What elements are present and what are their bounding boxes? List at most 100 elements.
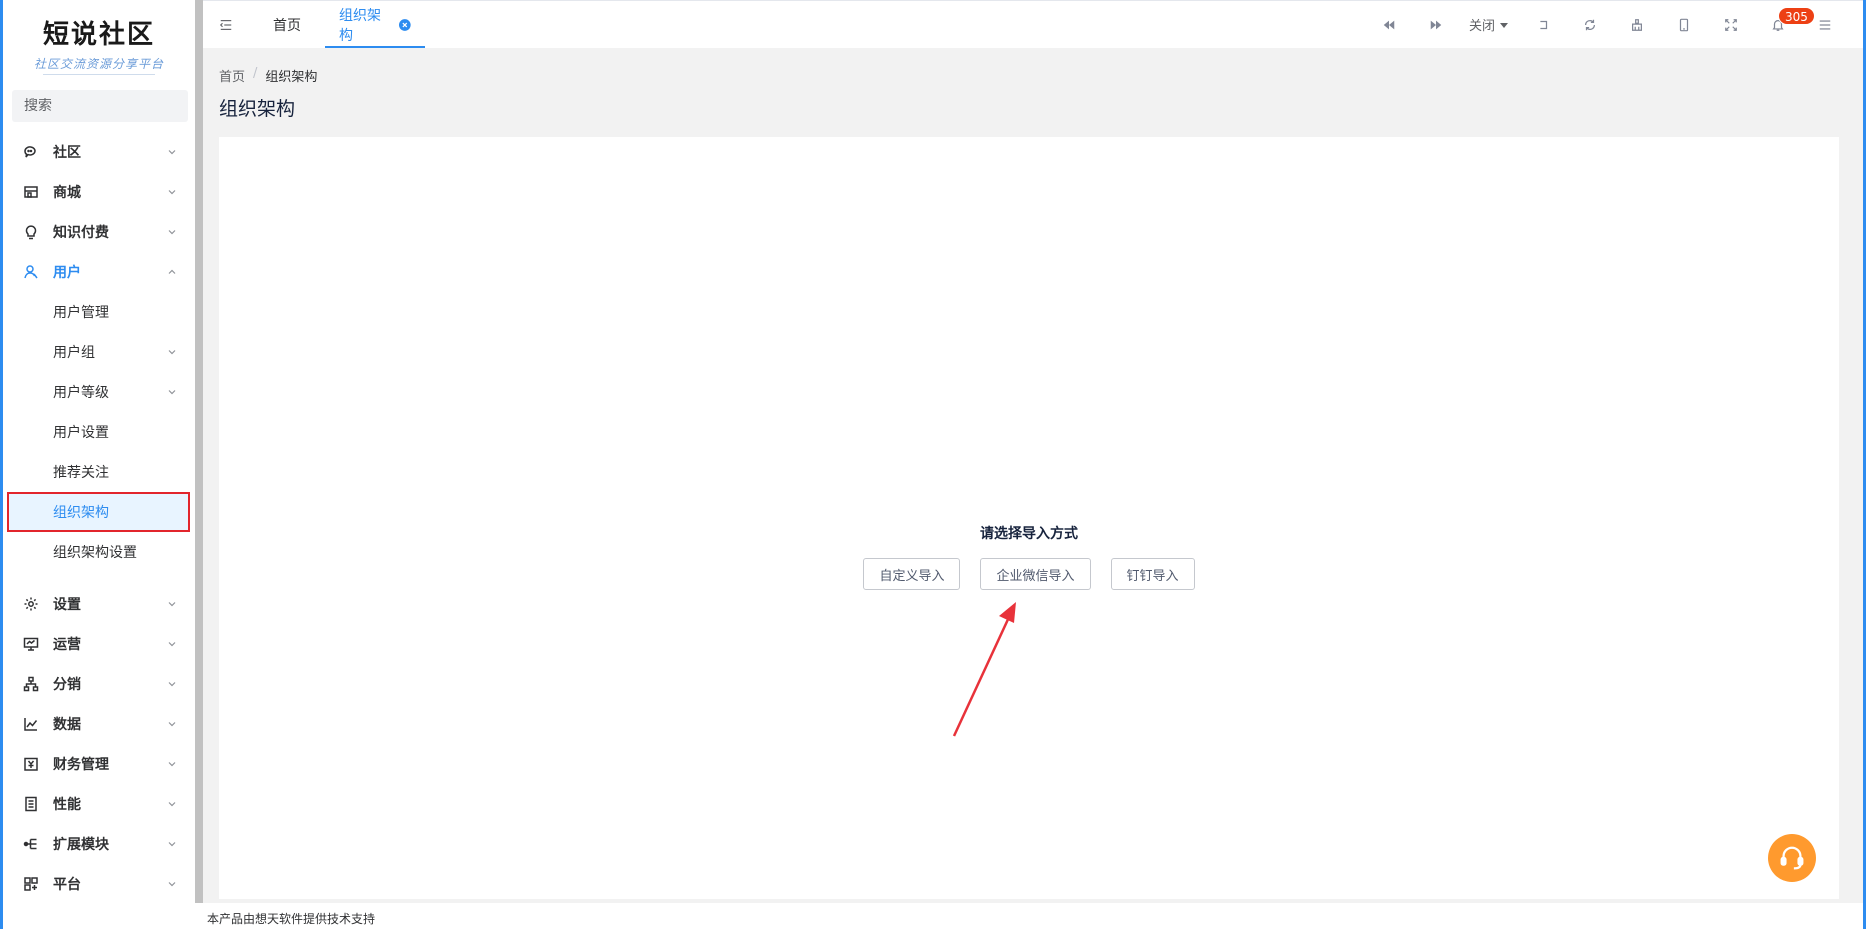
chevron-down-icon (168, 602, 176, 607)
sidebar-item-label: 分销 (53, 677, 81, 693)
chevron-down-icon (168, 190, 176, 195)
chevron-down-icon (168, 762, 176, 767)
back-button[interactable] (1519, 1, 1566, 49)
sidebar-subitem-user-group[interactable]: 用户组 (3, 332, 195, 372)
sidebar-item-label: 设置 (53, 597, 81, 613)
sidebar-item-operations[interactable]: 运营 (3, 624, 195, 664)
sidebar-item-label: 运营 (53, 637, 81, 653)
chevron-down-icon (168, 882, 176, 887)
sidebar-item-community[interactable]: 社区 (3, 132, 195, 172)
mobile-icon (1679, 18, 1688, 31)
menu-gap (3, 572, 195, 584)
sidebar-item-label: 社区 (53, 145, 81, 161)
sidebar-item-extension[interactable]: 扩展模块 (3, 824, 195, 864)
sidebar-item-label: 扩展模块 (53, 837, 109, 853)
chevron-down-icon (168, 722, 176, 727)
search-input[interactable] (24, 98, 195, 114)
notification-button[interactable]: 305 (1754, 1, 1815, 49)
tree-icon (23, 676, 39, 692)
sidebar-subitem-label: 组织架构设置 (53, 545, 137, 561)
bulb-icon (25, 225, 37, 240)
brand-logo[interactable]: 短说社区 社区交流资源分享平台 (3, 0, 195, 78)
breadcrumb-current: 组织架构 (265, 70, 318, 85)
breadcrumb-home[interactable]: 首页 (219, 66, 245, 85)
sidebar-subitem-org-structure-settings[interactable]: 组织架构设置 (3, 532, 195, 572)
sidebar-item-label: 平台 (53, 877, 81, 893)
sidebar-item-distribution[interactable]: 分销 (3, 664, 195, 704)
collapse-sidebar-button[interactable] (203, 1, 249, 48)
double-left-icon (1383, 20, 1394, 29)
sidebar: 短说社区 社区交流资源分享平台 社区 商城 知识付费 用户 (3, 0, 195, 929)
sidebar-subitem-label: 组织架构 (53, 505, 109, 521)
sidebar-item-store[interactable]: 商城 (3, 172, 195, 212)
performance-icon (25, 796, 37, 812)
sidebar-item-label: 数据 (53, 717, 81, 733)
refresh-button[interactable] (1566, 1, 1613, 49)
tab-org-structure[interactable]: 组织架构 (325, 1, 425, 48)
chevron-down-icon (168, 842, 176, 847)
sidebar-subitem-user-settings[interactable]: 用户设置 (3, 412, 195, 452)
monitor-icon (23, 637, 39, 651)
platform-icon (24, 877, 38, 891)
customer-support-button[interactable] (1768, 834, 1816, 882)
broom-icon (1631, 18, 1642, 31)
sidebar-item-label: 商城 (53, 185, 81, 201)
tab-scroll-right-button[interactable] (1412, 1, 1459, 49)
tab-home[interactable]: 首页 (249, 1, 325, 48)
store-icon (24, 186, 38, 198)
sidebar-item-data[interactable]: 数据 (3, 704, 195, 744)
return-icon (1539, 20, 1547, 29)
extension-icon (23, 838, 37, 850)
sidebar-item-performance[interactable]: 性能 (3, 784, 195, 824)
annotation-arrow (952, 602, 1016, 737)
close-circle-icon[interactable] (399, 18, 411, 31)
chart-icon (24, 718, 38, 731)
sidebar-item-user[interactable]: 用户 (3, 252, 195, 292)
chevron-up-icon (168, 269, 176, 274)
sidebar-subitem-user-level[interactable]: 用户等级 (3, 372, 195, 412)
sidebar-subitem-org-structure[interactable]: 组织架构 (7, 492, 190, 532)
sidebar-subitem-label: 用户设置 (53, 425, 109, 441)
sidebar-item-settings[interactable]: 设置 (3, 584, 195, 624)
content-card: 请选择导入方式 自定义导入 企业微信导入 钉钉导入 (219, 137, 1839, 899)
chevron-down-icon (168, 230, 176, 235)
tab-scroll-left-button[interactable] (1365, 1, 1412, 49)
double-right-icon (1430, 20, 1441, 29)
sidebar-subitem-label: 用户管理 (53, 305, 109, 321)
gear-icon (24, 597, 38, 611)
headset-icon (1780, 846, 1804, 870)
sidebar-subitem-recommended-follow[interactable]: 推荐关注 (3, 452, 195, 492)
sidebar-item-finance[interactable]: 财务管理 (3, 744, 195, 784)
sidebar-subitem-user-management[interactable]: 用户管理 (3, 292, 195, 332)
sidebar-menu: 社区 商城 知识付费 用户 用户管理 用户组 用户等级 用户设置 推荐关注 组织… (3, 132, 195, 904)
chat-icon (24, 146, 36, 158)
tab-label: 组织架构 (339, 7, 381, 44)
more-menu-button[interactable] (1801, 1, 1848, 49)
sidebar-search (12, 90, 195, 122)
sidebar-item-label: 用户 (53, 265, 81, 281)
footer-text: 本产品由想天软件提供技术支持 (207, 912, 376, 926)
hamburger-icon (1819, 19, 1830, 30)
chevron-down-icon (168, 682, 176, 687)
brand-title: 短说社区 (42, 20, 155, 50)
fullscreen-button[interactable] (1707, 1, 1754, 49)
page-title: 组织架构 (219, 98, 296, 120)
close-tabs-label: 关闭 (1468, 19, 1495, 34)
sidebar-item-knowledge[interactable]: 知识付费 (3, 212, 195, 252)
refresh-icon (1584, 19, 1595, 30)
user-icon (24, 265, 38, 279)
sidebar-item-platform[interactable]: 平台 (3, 864, 195, 904)
tab-label: 首页 (273, 17, 301, 34)
breadcrumb: 首页 / 组织架构 (219, 66, 317, 85)
chevron-down-icon (168, 802, 176, 807)
top-bar: 首页 组织架构 关闭 305 (203, 0, 1866, 48)
menu-fold-icon (219, 19, 232, 30)
sidebar-subitem-label: 用户等级 (53, 385, 109, 401)
clear-cache-button[interactable] (1613, 1, 1660, 49)
mobile-preview-button[interactable] (1660, 1, 1707, 49)
close-tabs-dropdown[interactable]: 关闭 (1459, 1, 1519, 49)
sidebar-scrollbar[interactable] (195, 0, 203, 929)
brand-subtitle: 社区交流资源分享平台 (33, 57, 164, 71)
caret-down-icon (1500, 22, 1508, 28)
chevron-down-icon (168, 350, 176, 355)
